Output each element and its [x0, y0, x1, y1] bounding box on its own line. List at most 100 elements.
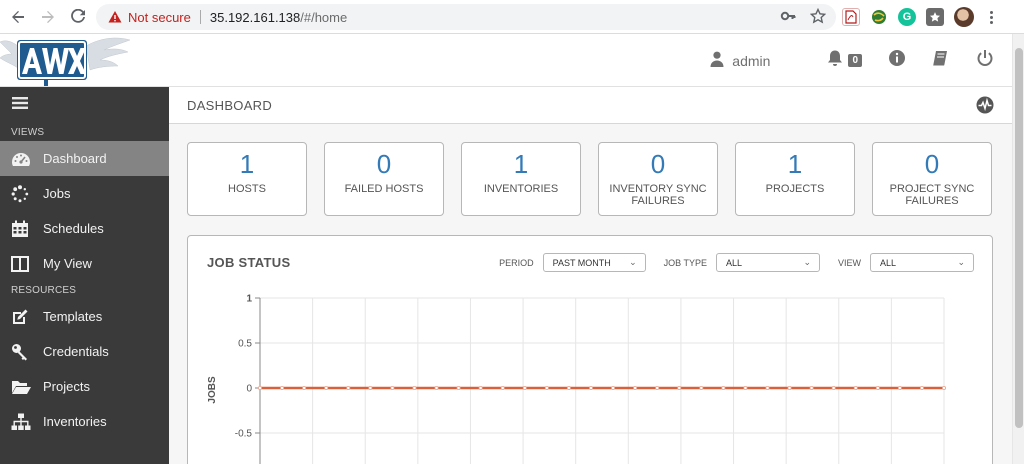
security-status[interactable]: Not secure — [128, 10, 191, 25]
card-value: 0 — [924, 149, 940, 179]
awx-logo[interactable] — [0, 34, 140, 87]
sidebar-item-my-view[interactable]: My View — [0, 246, 169, 281]
data-point — [412, 385, 417, 390]
info-circle-icon — [888, 49, 906, 72]
menu-toggle[interactable] — [0, 87, 169, 123]
info-button[interactable] — [888, 49, 906, 72]
page-scrollbar[interactable] — [1012, 34, 1024, 464]
url-host: 35.192.161.138 — [209, 9, 301, 25]
data-point — [566, 385, 571, 390]
data-point — [677, 385, 682, 390]
user-icon — [710, 51, 724, 70]
card-inventory-sync-failures[interactable]: 0 INVENTORY SYNC FAILURES — [598, 142, 718, 216]
card-label: PROJECTS — [765, 183, 825, 195]
breadcrumb: DASHBOARD — [169, 87, 1012, 124]
globe-extension-icon[interactable] — [870, 8, 888, 26]
sidebar-item-projects[interactable]: Projects — [0, 369, 169, 404]
job-status-chart: 1 0.5 0 -0.5 JOBS — [207, 294, 947, 464]
warning-icon — [108, 10, 122, 24]
folder-open-icon — [11, 377, 33, 397]
scrollbar-thumb[interactable] — [1015, 48, 1023, 428]
data-point — [390, 385, 395, 390]
back-icon[interactable] — [3, 2, 33, 32]
sidebar-item-dashboard[interactable]: Dashboard — [0, 141, 169, 176]
count-cards: 1 HOSTS 0 FAILED HOSTS 1 INVENTORIES 0 I… — [187, 142, 992, 216]
grammarly-extension-icon[interactable]: G — [898, 8, 916, 26]
notification-count: 0 — [848, 54, 862, 67]
data-point — [765, 385, 770, 390]
sidebar-item-inventories[interactable]: Inventories — [0, 404, 169, 439]
sitemap-icon — [11, 412, 33, 432]
y-tick-label: 0 — [246, 384, 252, 395]
notifications-button[interactable]: 0 — [826, 49, 862, 72]
tachometer-icon — [11, 149, 33, 169]
data-point — [456, 385, 461, 390]
activity-stream-icon[interactable] — [976, 96, 994, 117]
sidebar-item-templates[interactable]: Templates — [0, 299, 169, 334]
key-icon[interactable] — [780, 8, 796, 24]
bell-icon — [826, 49, 844, 72]
sidebar: VIEWS Dashboard Jobs Schedules My View R… — [0, 87, 169, 464]
user-menu[interactable]: admin — [710, 51, 770, 70]
bookmark-star-icon[interactable] — [810, 8, 826, 24]
data-point — [875, 385, 880, 390]
data-point — [478, 385, 483, 390]
views-section-label: VIEWS — [11, 126, 45, 138]
card-project-sync-failures[interactable]: 0 PROJECT SYNC FAILURES — [872, 142, 992, 216]
y-tick-label: -0.5 — [235, 429, 253, 440]
sidebar-item-label: Credentials — [43, 344, 109, 359]
docs-button[interactable] — [932, 49, 950, 72]
pencil-square-icon — [11, 307, 33, 327]
data-point — [787, 385, 792, 390]
browser-toolbar: Not secure 35.192.161.138/#/home G — [0, 0, 1024, 34]
browser-menu-icon[interactable] — [984, 10, 998, 24]
card-value: 1 — [239, 149, 255, 179]
star-extension-icon[interactable] — [926, 8, 944, 26]
sidebar-item-label: Schedules — [43, 221, 104, 236]
card-label: FAILED HOSTS — [344, 183, 424, 195]
logout-button[interactable] — [976, 49, 994, 72]
forward-icon[interactable] — [33, 2, 63, 32]
sidebar-item-jobs[interactable]: Jobs — [0, 176, 169, 211]
address-bar[interactable]: Not secure 35.192.161.138/#/home — [96, 4, 836, 30]
card-inventories[interactable]: 1 INVENTORIES — [461, 142, 581, 216]
power-icon — [976, 49, 994, 72]
card-failed-hosts[interactable]: 0 FAILED HOSTS — [324, 142, 444, 216]
reload-icon[interactable] — [63, 2, 93, 32]
pdf-extension-icon[interactable] — [842, 8, 860, 26]
data-point — [500, 385, 505, 390]
data-point — [611, 385, 616, 390]
username: admin — [732, 52, 771, 69]
sidebar-item-credentials[interactable]: Credentials — [0, 334, 169, 369]
sidebar-item-label: Dashboard — [43, 151, 107, 166]
sidebar-item-label: My View — [43, 256, 92, 271]
data-point — [633, 385, 638, 390]
url-path: /#/home — [300, 9, 348, 25]
card-value: 0 — [650, 149, 666, 179]
y-tick-label: 1 — [246, 294, 252, 305]
columns-icon — [11, 254, 33, 274]
card-label: INVENTORY SYNC FAILURES — [609, 183, 707, 207]
sidebar-item-label: Templates — [43, 309, 103, 324]
page-title: DASHBOARD — [187, 97, 273, 113]
y-axis-label: JOBS — [207, 376, 218, 404]
card-label: PROJECT SYNC FAILURES — [889, 183, 975, 207]
sidebar-item-schedules[interactable]: Schedules — [0, 211, 169, 246]
book-icon — [932, 49, 950, 72]
url-text[interactable]: 35.192.161.138/#/home — [210, 10, 347, 25]
card-projects[interactable]: 1 PROJECTS — [735, 142, 855, 216]
resources-section-label: RESOURCES — [11, 284, 77, 296]
card-label: HOSTS — [228, 183, 266, 195]
data-point — [721, 385, 726, 390]
data-point — [544, 385, 549, 390]
data-point — [853, 385, 858, 390]
spinner-icon — [11, 184, 33, 204]
card-hosts[interactable]: 1 HOSTS — [187, 142, 307, 216]
data-point — [831, 385, 836, 390]
data-point — [434, 385, 439, 390]
main-content: DASHBOARD 1 HOSTS 0 FAILED HOSTS 1 INVEN… — [169, 87, 1012, 464]
card-label: INVENTORIES — [483, 183, 559, 195]
profile-avatar[interactable] — [954, 7, 974, 27]
data-point — [522, 385, 527, 390]
job-status-panel: JOB STATUS PERIOD PAST MONTH ⌄ JOB TYPE … — [187, 235, 993, 464]
